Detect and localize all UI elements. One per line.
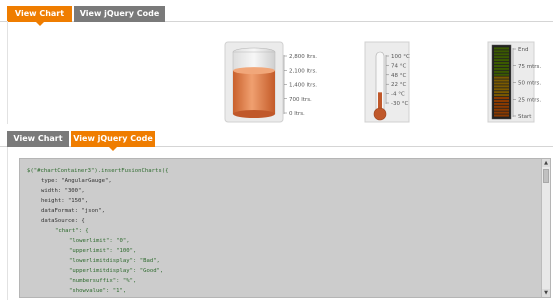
code-scrollbar[interactable]: ▲ ▼ xyxy=(541,159,550,297)
bottom-tab-bar: View Chart View jQuery Code xyxy=(0,131,553,151)
tab-view-chart[interactable]: View Chart xyxy=(7,131,69,147)
led-segment xyxy=(494,114,509,117)
cylinder-base xyxy=(233,110,275,118)
led-tick-label: 75 mtrs. xyxy=(518,64,541,70)
led-segment xyxy=(494,67,509,70)
cylinder-tick-label: 1,400 ltrs. xyxy=(289,83,317,89)
thermometer-tick-label: 48 °C xyxy=(391,73,406,79)
code-line: "chart": { xyxy=(55,228,89,234)
thermometer-gauge: 100 °C 74 °C 48 °C 22 °C -4 °C -30 °C xyxy=(364,41,410,123)
thermometer-tick-label: -30 °C xyxy=(391,101,408,107)
led-segment xyxy=(494,73,509,76)
led-segment xyxy=(494,82,509,85)
cylinder-liquid xyxy=(233,70,275,114)
gauges-canvas: 2,800 ltrs. 2,100 ltrs. 1,400 ltrs. 700 ltr… xyxy=(224,41,541,123)
led-segment xyxy=(494,59,509,62)
led-segment xyxy=(494,56,509,59)
code-line: "upperlimitdisplay": "Good", xyxy=(69,268,164,274)
led-segment xyxy=(494,99,509,103)
cylinder-tick-label: 2,800 ltrs. xyxy=(289,54,317,60)
led-segment xyxy=(494,70,509,73)
cylinder-liquid-surface xyxy=(233,67,275,75)
led-segment xyxy=(494,94,509,97)
led-segment xyxy=(494,47,509,50)
led-tick-label: 25 mtrs. xyxy=(518,97,541,103)
led-segment xyxy=(494,61,509,65)
code-viewer[interactable]: $("#chartContainer3").insertFusionCharts… xyxy=(19,158,551,298)
cylinder-tick-label: 0 ltrs. xyxy=(289,111,305,117)
code-panel-border xyxy=(7,147,8,300)
thermometer-tick-label: 22 °C xyxy=(391,82,406,88)
code-line: dataFormat: "json", xyxy=(41,208,105,214)
led-segment xyxy=(494,50,509,53)
code-line: "showvalue": "1", xyxy=(69,288,127,294)
scroll-up-arrow-icon[interactable]: ▲ xyxy=(542,159,550,167)
led-tick-label: End xyxy=(518,47,528,53)
led-segment xyxy=(494,102,509,105)
code-line: "lowerlimit": "0", xyxy=(69,238,130,244)
tab-view-chart[interactable]: View Chart xyxy=(7,6,72,26)
scroll-thumb[interactable] xyxy=(543,169,549,183)
code-line: height: "150", xyxy=(41,198,89,204)
chart-panel: 2,800 ltrs. 2,100 ltrs. 1,400 ltrs. 700 ltr… xyxy=(7,21,553,124)
code-line: dataSource: { xyxy=(41,218,85,224)
led-gauge: End 75 mtrs. 50 mtrs. 25 mtrs. Start xyxy=(487,41,541,123)
led-segment xyxy=(494,91,509,94)
led-segment xyxy=(494,96,509,100)
led-segment xyxy=(494,85,509,88)
code-line: type: "AngularGauge", xyxy=(41,178,112,184)
cylinder-tick-label: 2,100 ltrs. xyxy=(289,68,317,74)
thermometer-tick-label: 74 °C xyxy=(391,63,406,69)
led-segment xyxy=(494,76,509,79)
led-segment xyxy=(494,108,509,111)
tab-view-jquery-code[interactable]: View jQuery Code xyxy=(74,6,165,22)
tab-view-jquery-code[interactable]: View jQuery Code xyxy=(71,131,155,151)
code-line: width: "300", xyxy=(41,188,85,194)
led-tick-label: 50 mtrs. xyxy=(518,81,541,87)
scroll-down-arrow-icon[interactable]: ▼ xyxy=(542,289,550,297)
top-tab-bar: View Chart View jQuery Code xyxy=(0,6,553,26)
led-gauge-frame xyxy=(491,44,512,120)
led-tick-label: Start xyxy=(518,114,532,120)
led-segment xyxy=(494,111,509,114)
cylinder-gauge: 2,800 ltrs. 2,100 ltrs. 1,400 ltrs. 700 ltr… xyxy=(224,41,317,123)
thermometer-tick-label: 100 °C xyxy=(391,54,410,60)
led-segment xyxy=(494,105,509,108)
code-line: "upperlimit": "100", xyxy=(69,248,137,254)
cylinder-tick-label: 700 ltrs. xyxy=(289,97,312,103)
code-line: "numbersuffix": "%", xyxy=(69,278,137,284)
code-line: $("#chartContainer3").insertFusionCharts… xyxy=(27,168,169,174)
led-segment xyxy=(494,64,509,68)
led-segment xyxy=(494,79,509,82)
thermometer-bulb xyxy=(373,107,387,121)
led-segment xyxy=(494,88,509,91)
cylinder-scale: 2,800 ltrs. 2,100 ltrs. 1,400 ltrs. 700 ltr… xyxy=(284,54,317,117)
thermometer-tick-label: -4 °C xyxy=(391,92,405,98)
led-segment xyxy=(494,53,509,56)
code-line: "lowerlimitdisplay": "Bad", xyxy=(69,258,160,264)
